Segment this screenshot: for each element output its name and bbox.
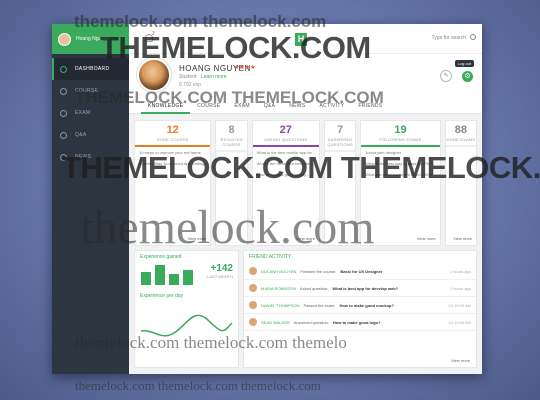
sidebar: Hoang Nguyen DASHBOARD COURSE EXAM Q&A N… [52, 24, 129, 374]
stat-registed-course[interactable]: 8 REGISTED COURSE [215, 120, 248, 246]
edit-icon[interactable]: ✎ [440, 70, 452, 82]
experience-per-day-title: Experience per day [140, 293, 184, 299]
dashboard-icon [60, 65, 67, 73]
experience-bars [141, 263, 201, 285]
list-item[interactable]: MARIA ROBINSON Asked question: What is bes… [244, 280, 476, 297]
tab-knowledge[interactable]: KNOWLEDGE [141, 100, 191, 114]
list-item[interactable]: How to make a good quality... [253, 169, 319, 180]
stat-asking-questions[interactable]: 27 ASKING QUESTIONS What is the best mob… [251, 120, 320, 246]
top-bar: 2 H Type for search [129, 24, 482, 54]
view-more-link[interactable]: View more [188, 236, 207, 241]
tab-news[interactable]: NEWS [282, 100, 312, 114]
sidebar-item-dashboard[interactable]: DASHBOARD [52, 58, 129, 80]
experience-bar [183, 269, 193, 285]
stat-done-course[interactable]: 12 DONE COURSE 10 steps to improve your … [134, 120, 212, 246]
tab-friends[interactable]: FRIENDS [351, 100, 389, 114]
view-more-link[interactable]: View more [453, 236, 472, 241]
view-more-link[interactable]: View more [417, 236, 436, 241]
profile-tabs: KNOWLEDGE COURSE EXAM Q&A NEWS ACTIVITY … [129, 100, 482, 114]
app-window: Hoang Nguyen DASHBOARD COURSE EXAM Q&A N… [52, 24, 482, 374]
avatar [58, 32, 71, 46]
avatar [249, 267, 257, 275]
list-item[interactable]: Junior web designer [361, 147, 439, 158]
notification-count: 2 [152, 31, 155, 37]
sidebar-item-qa[interactable]: Q&A [52, 124, 129, 146]
tab-course[interactable]: COURSE [190, 100, 227, 114]
stat-answered-questions[interactable]: 7 ANSWERED QUESTIONS [323, 120, 357, 246]
experience-gain: +142 LAST MONTH [207, 263, 233, 279]
qa-icon [60, 131, 67, 139]
profile-role: Student [179, 74, 197, 80]
experience-bar [169, 274, 179, 285]
exam-icon [60, 109, 67, 117]
avatar [249, 284, 257, 292]
avatar [249, 318, 257, 326]
list-item[interactable]: DANIEL THOMPSON Passed the exam: How to ma… [244, 297, 476, 314]
news-icon [60, 153, 67, 161]
view-more-link[interactable]: View more [296, 236, 315, 241]
activity-title: FRIEND ACTIVITY [249, 254, 292, 260]
logout-button[interactable]: Log out [454, 60, 474, 67]
avatar [249, 301, 257, 309]
tab-activity[interactable]: ACTIVITY [312, 100, 351, 114]
sidebar-item-course[interactable]: COURSE [52, 80, 129, 102]
experience-bar [141, 271, 151, 285]
experience-line-chart [140, 314, 233, 337]
tab-qa[interactable]: Q&A [257, 100, 282, 114]
sidebar-item-exam[interactable]: EXAM [52, 102, 129, 124]
tab-exam[interactable]: EXAM [227, 100, 256, 114]
sidebar-item-news[interactable]: NEWS [52, 146, 129, 168]
search-input[interactable]: Type for search [432, 35, 466, 41]
logo: H [295, 33, 307, 46]
sidebar-user-name: Hoang Nguyen [76, 36, 110, 42]
experience-title: Experience gained [140, 254, 182, 260]
experience-panel: Experience gained +142 LAST MONTH Experi… [134, 250, 239, 368]
gear-icon[interactable]: ⚙ [462, 71, 473, 82]
view-more-link[interactable]: View more [451, 358, 470, 363]
profile-xp: 8,792 exp [179, 82, 201, 88]
list-item[interactable]: What is the best way to pass the PMP... [361, 158, 439, 169]
search-icon[interactable] [470, 34, 476, 40]
stat-following-exams[interactable]: 19 FOLLOWING EXAMS Junior web designer W… [360, 120, 441, 246]
profile-avatar [137, 58, 171, 92]
friend-activity-panel: FRIEND ACTIVITY DUCANH NGUYEN Finished th… [243, 250, 477, 368]
sidebar-user[interactable]: Hoang Nguyen [52, 24, 129, 54]
learn-more-link[interactable]: Learn more [201, 74, 227, 80]
list-item[interactable]: What are good examples of ind UX/UI... [361, 169, 439, 180]
stat-done-exams[interactable]: 88 DONE EXAMS View more [444, 120, 478, 246]
profile-header: HOANG NGUYEN ★★★★ Student Learn more 8,7… [129, 54, 482, 99]
list-item[interactable]: What is the best mobile app for... [253, 147, 319, 158]
list-item[interactable]: DUCANH NGUYEN Finished the course: Basic f… [244, 263, 476, 280]
main-content: 12 DONE COURSE 10 steps to improve your … [129, 114, 482, 374]
rating-stars: ★★★★ [234, 65, 256, 71]
course-icon [60, 87, 67, 95]
stats-columns: 12 DONE COURSE 10 steps to improve your … [134, 120, 478, 246]
list-item[interactable]: 10 steps to improve your ent frame [135, 147, 210, 158]
list-item[interactable]: A Better Way To Account App Settings [135, 158, 210, 169]
list-item[interactable]: SEAN WALKER Answered question: How to make… [244, 314, 476, 331]
list-item[interactable]: What's the difference between... [253, 158, 319, 169]
experience-bar [155, 265, 165, 285]
